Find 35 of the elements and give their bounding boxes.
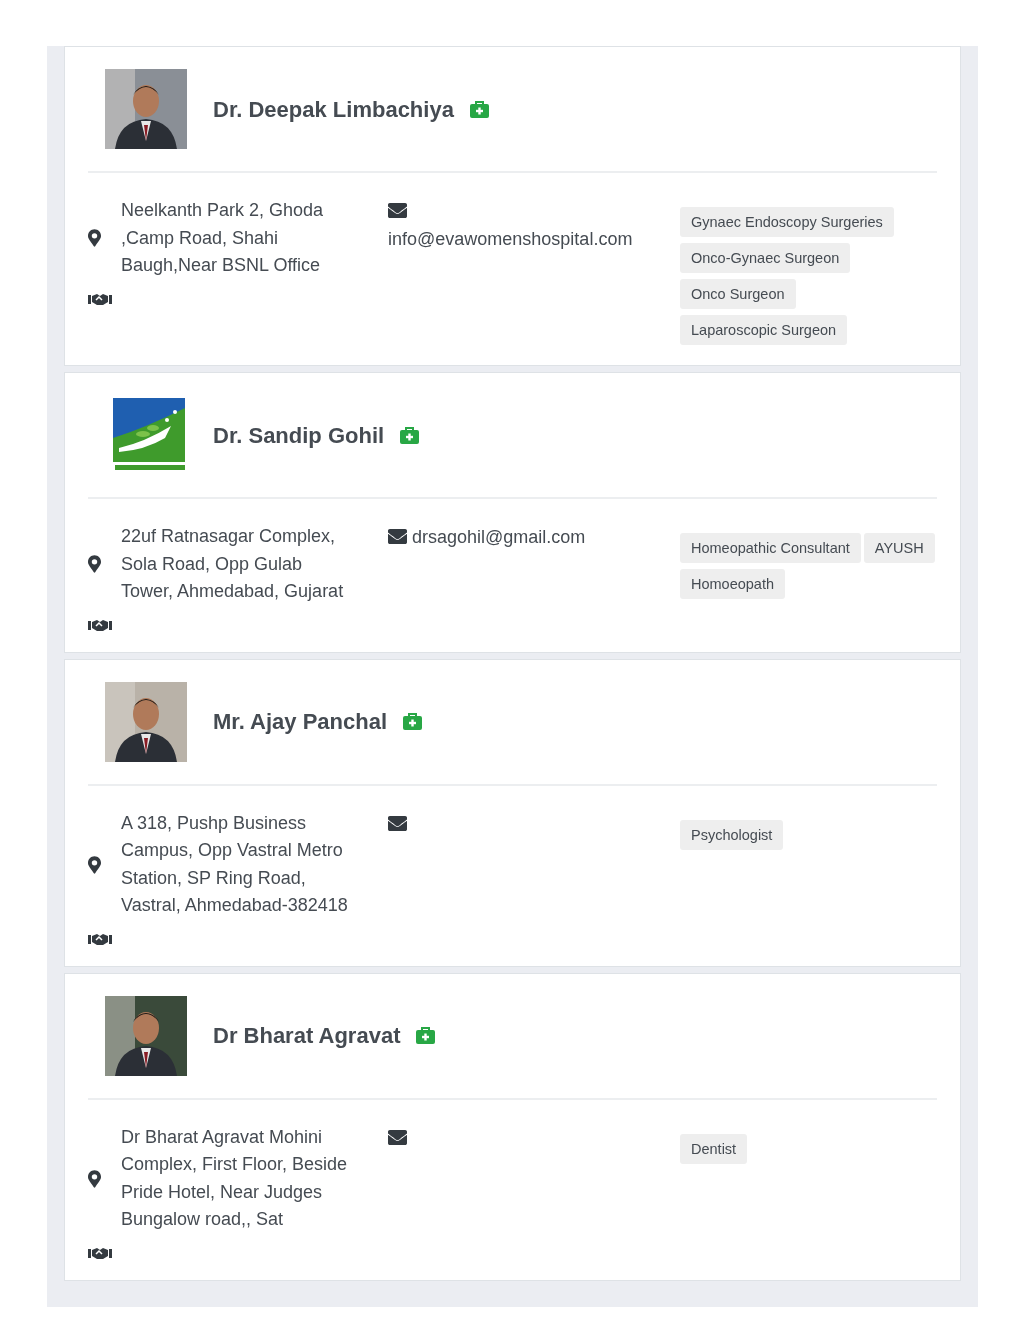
address-text: 22uf Ratnasagar Complex, Sola Road, Opp Gulab Tower, Ahmedabad, Gujarat [121,525,345,603]
specialty-tag: Dentist [680,1133,748,1164]
doctor-name: Dr. Sandip Gohil [213,421,385,450]
handshake-icon [88,1245,112,1260]
location-pin-icon [88,1169,101,1188]
doctor-name: Dr Bharat Agravat [213,1022,401,1050]
specialty-tag: AYUSH [863,533,935,563]
medical-kit-icon [416,1027,436,1044]
handshake-icon [88,617,112,632]
specialty-tag: Homeopathic Consultant [680,533,861,563]
location-pin-icon [88,555,101,574]
specialty-tag: Laparoscopic Surgeon [680,315,848,345]
envelope-icon [388,203,407,218]
medical-kit-icon [469,100,489,118]
handshake-icon [88,931,112,946]
location-pin-icon [88,855,101,874]
envelope-icon [388,529,407,544]
email-link[interactable]: drsagohil@gmail.com [412,527,586,547]
specialty-tag: Homoeopath [680,569,786,599]
medical-kit-icon [403,713,423,730]
address-text: A 318, Pushp Business Campus, Opp Vastral Metro Station, SP Ring Road, Vastral, Ahmedabad-382418 [121,811,349,917]
medical-kit-icon [400,426,420,444]
specialty-tag: Onco Surgeon [680,279,796,309]
envelope-icon [388,1129,407,1145]
specialty-tag: Gynaec Endoscopy Surgeries [680,207,894,237]
email-link[interactable]: info@evawomenshospital.com [388,229,633,249]
address-text: Neelkanth Park 2, Ghoda ,Camp Road, Shahi Baugh,Near BSNL Office [121,199,325,277]
specialty-tag: Psychologist [680,819,784,850]
envelope-icon [388,815,407,831]
location-pin-icon [88,229,101,248]
specialty-tag: Onco-Gynaec Surgeon [680,243,851,273]
doctor-name: Dr. Deepak Limbachiya [213,95,454,124]
handshake-icon [88,291,112,306]
doctor-name: Mr. Ajay Panchal [213,708,388,736]
address-text: Dr Bharat Agravat Mohini Complex, First Floor, Beside Pride Hotel, Near Judges Bungalow road,, Sat [121,1125,349,1231]
